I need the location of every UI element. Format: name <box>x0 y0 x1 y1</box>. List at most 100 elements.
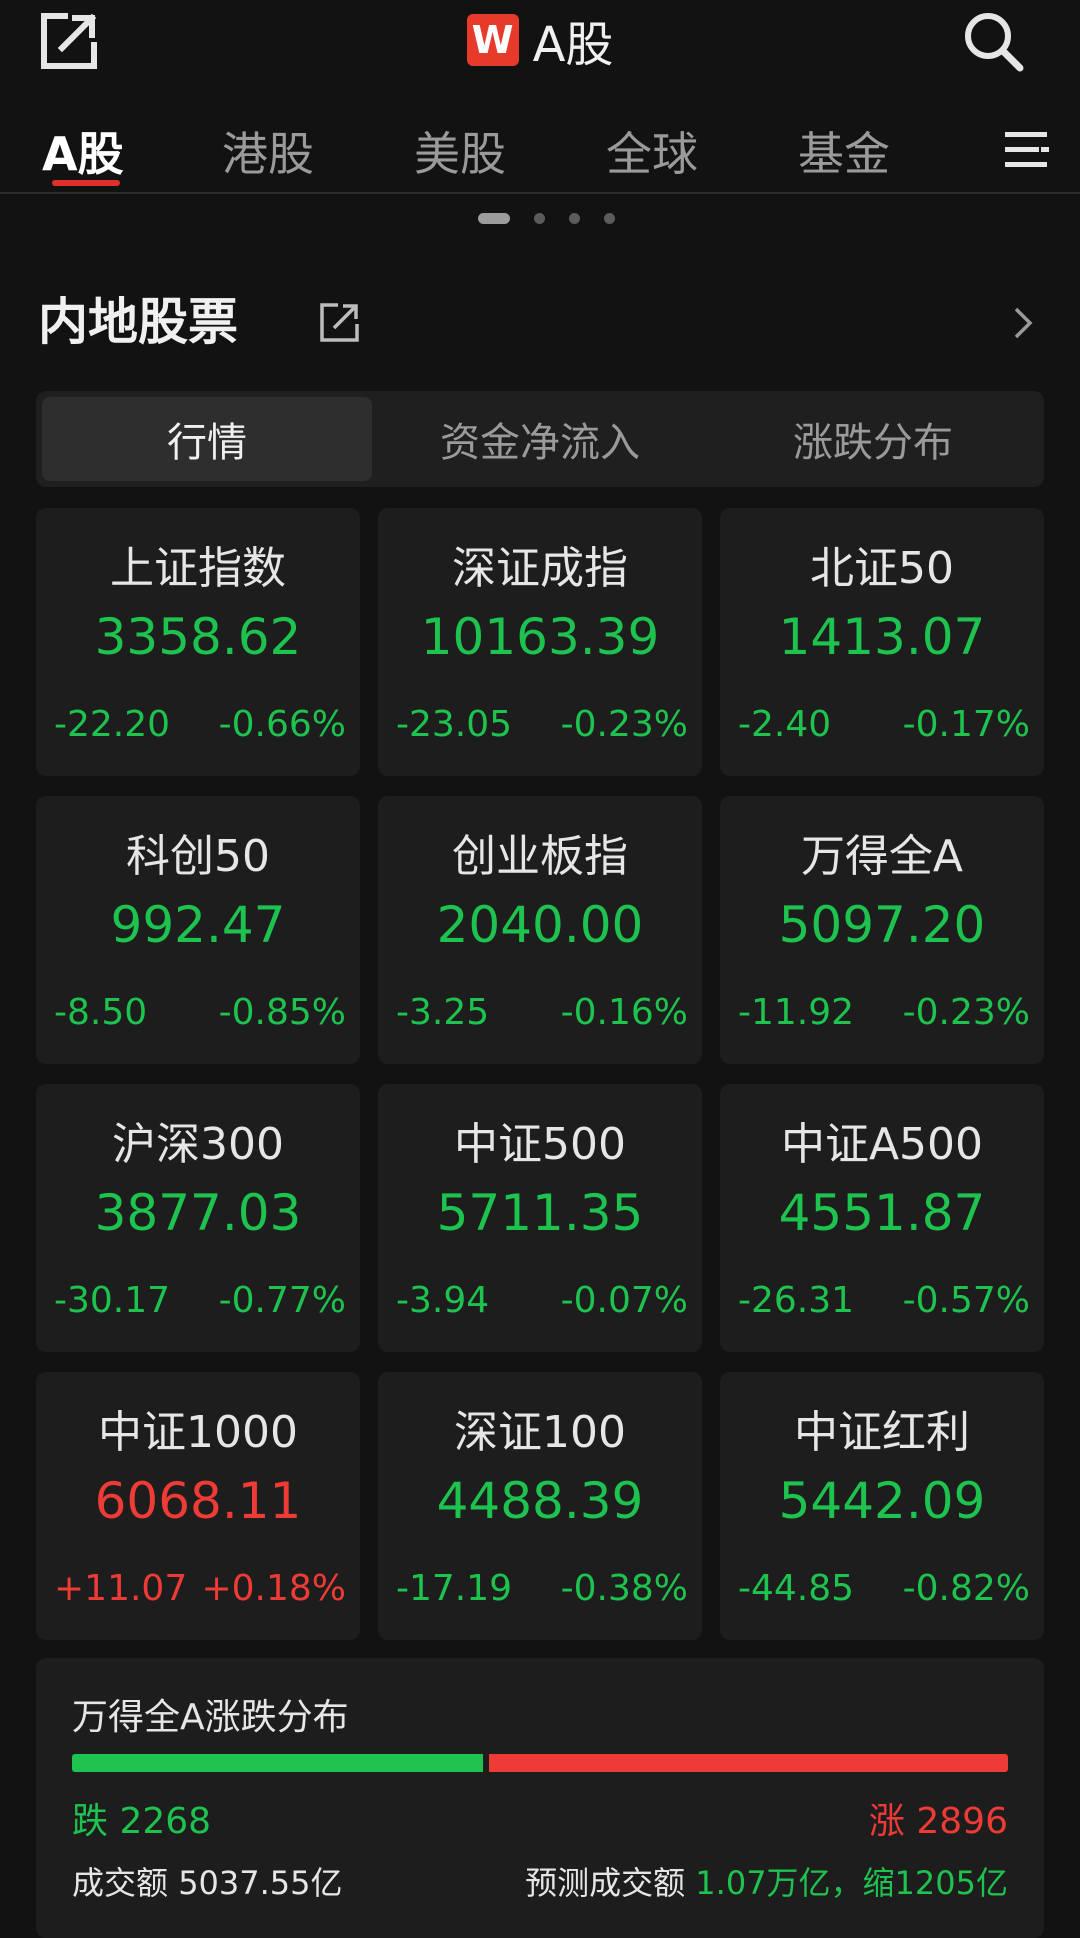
distribution-title: 万得全A涨跌分布 <box>72 1697 349 1738</box>
index-percent: -0.85% <box>218 992 346 1033</box>
index-name: 中证1000 <box>98 1407 298 1458</box>
top-bar: W A股 <box>0 0 1080 80</box>
index-card-2[interactable]: 北证50 1413.07 -2.40 -0.17% <box>720 508 1044 776</box>
index-card-7[interactable]: 中证500 5711.35 -3.94 -0.07% <box>378 1084 702 1352</box>
tab-us-stocks[interactable]: 美股 <box>414 118 506 184</box>
advance-count: 涨 2896 <box>869 1792 1008 1844</box>
decline-value: 2268 <box>119 1801 212 1842</box>
section-more-button[interactable] <box>1008 306 1038 340</box>
index-card-9[interactable]: 中证1000 6068.11 +11.07 +0.18% <box>36 1372 360 1640</box>
index-price: 5442.09 <box>778 1472 986 1530</box>
chevron-right-icon <box>1014 307 1033 339</box>
carousel-dot[interactable] <box>569 212 580 224</box>
advance-label: 涨 <box>868 1801 905 1842</box>
index-price: 3358.62 <box>94 608 302 666</box>
segment-distribution[interactable]: 涨跌分布 <box>708 397 1038 481</box>
active-tab-indicator <box>52 180 120 186</box>
tab-funds[interactable]: 基金 <box>798 118 890 184</box>
wind-logo-icon: W <box>466 14 519 66</box>
carousel-indicator <box>478 212 639 224</box>
index-name: 深证100 <box>454 1407 626 1458</box>
title-group: W A股 <box>0 0 1080 80</box>
segment-net-inflow[interactable]: 资金净流入 <box>375 397 705 481</box>
turnover: 成交额 5037.55亿 <box>72 1858 343 1904</box>
index-percent: -0.77% <box>218 1280 346 1321</box>
index-name: 上证指数 <box>110 543 286 594</box>
advance-value: 2896 <box>916 1801 1008 1842</box>
advance-decline-bar <box>72 1754 1008 1772</box>
index-change: -23.05 <box>396 704 513 745</box>
index-card-3[interactable]: 科创50 992.47 -8.50 -0.85% <box>36 796 360 1064</box>
index-name: 沪深300 <box>112 1119 284 1170</box>
section-share-button[interactable] <box>318 300 362 344</box>
index-change: +11.07 <box>54 1568 188 1609</box>
page-title: A股 <box>532 17 614 73</box>
index-change: -2.40 <box>738 704 832 745</box>
carousel-dot[interactable] <box>534 212 545 224</box>
index-change: -3.94 <box>396 1280 490 1321</box>
tab-global[interactable]: 全球 <box>606 118 698 184</box>
index-price: 5097.20 <box>778 896 986 954</box>
index-card-4[interactable]: 创业板指 2040.00 -3.25 -0.16% <box>378 796 702 1064</box>
index-price: 3877.03 <box>94 1184 302 1242</box>
tab-a-shares[interactable]: A股 <box>42 118 124 184</box>
decline-count: 跌 2268 <box>72 1792 211 1844</box>
search-icon <box>965 13 1024 72</box>
index-card-0[interactable]: 上证指数 3358.62 -22.20 -0.66% <box>36 508 360 776</box>
forecast-value: 1.07万亿，缩1205亿 <box>695 1864 1008 1902</box>
index-percent: -0.38% <box>560 1568 688 1609</box>
index-price: 10163.39 <box>420 608 660 666</box>
index-price: 4551.87 <box>778 1184 986 1242</box>
index-percent: -0.66% <box>218 704 346 745</box>
index-card-11[interactable]: 中证红利 5442.09 -44.85 -0.82% <box>720 1372 1044 1640</box>
decline-bar-segment <box>72 1754 484 1772</box>
advance-bar-segment <box>489 1754 1008 1772</box>
index-price: 4488.39 <box>436 1472 644 1530</box>
index-percent: -0.16% <box>560 992 688 1033</box>
index-percent: -0.17% <box>902 704 1030 745</box>
index-change: -44.85 <box>738 1568 855 1609</box>
index-card-5[interactable]: 万得全A 5097.20 -11.92 -0.23% <box>720 796 1044 1064</box>
index-change: -26.31 <box>738 1280 855 1321</box>
share-icon <box>41 13 97 69</box>
forecast-turnover: 预测成交额 1.07万亿，缩1205亿 <box>525 1858 1008 1904</box>
index-price: 6068.11 <box>94 1472 302 1530</box>
index-price: 5711.35 <box>436 1184 644 1242</box>
index-name: 中证红利 <box>794 1407 970 1458</box>
index-name: 科创50 <box>126 831 270 882</box>
menu-button[interactable] <box>1005 130 1051 170</box>
carousel-dot[interactable] <box>604 212 615 224</box>
index-percent: -0.23% <box>902 992 1030 1033</box>
carousel-dot[interactable] <box>478 212 510 224</box>
share-button[interactable] <box>38 10 100 72</box>
turnover-label: 成交额 <box>72 1864 169 1902</box>
index-price: 992.47 <box>110 896 286 954</box>
index-name: 创业板指 <box>452 831 628 882</box>
index-change: -22.20 <box>54 704 171 745</box>
market-tabs: A股 港股 美股 全球 基金 <box>0 100 1080 194</box>
index-card-8[interactable]: 中证A500 4551.87 -26.31 -0.57% <box>720 1084 1044 1352</box>
index-change: -3.25 <box>396 992 490 1033</box>
view-segmented-control: 行情 资金净流入 涨跌分布 <box>36 391 1044 487</box>
index-change: -17.19 <box>396 1568 513 1609</box>
index-percent: -0.57% <box>902 1280 1030 1321</box>
index-name: 北证50 <box>810 543 954 594</box>
section-header: 内地股票 <box>38 282 1048 356</box>
tab-hk-stocks[interactable]: 港股 <box>222 118 314 184</box>
turnover-value: 5037.55亿 <box>178 1864 343 1902</box>
forecast-label: 预测成交额 <box>525 1864 686 1902</box>
menu-icon <box>1005 132 1051 167</box>
index-card-6[interactable]: 沪深300 3877.03 -30.17 -0.77% <box>36 1084 360 1352</box>
section-title: 内地股票 <box>38 293 238 351</box>
index-card-1[interactable]: 深证成指 10163.39 -23.05 -0.23% <box>378 508 702 776</box>
segment-quotes[interactable]: 行情 <box>42 397 372 481</box>
index-card-10[interactable]: 深证100 4488.39 -17.19 -0.38% <box>378 1372 702 1640</box>
index-price: 1413.07 <box>778 608 986 666</box>
index-name: 深证成指 <box>452 543 628 594</box>
decline-label: 跌 <box>72 1801 109 1842</box>
search-button[interactable] <box>960 8 1026 74</box>
index-percent: -0.23% <box>560 704 688 745</box>
index-change: -11.92 <box>738 992 855 1033</box>
advance-decline-panel[interactable]: 万得全A涨跌分布 跌 2268 涨 2896 成交额 5037.55亿 预测成交… <box>36 1658 1044 1938</box>
index-change: -30.17 <box>54 1280 171 1321</box>
